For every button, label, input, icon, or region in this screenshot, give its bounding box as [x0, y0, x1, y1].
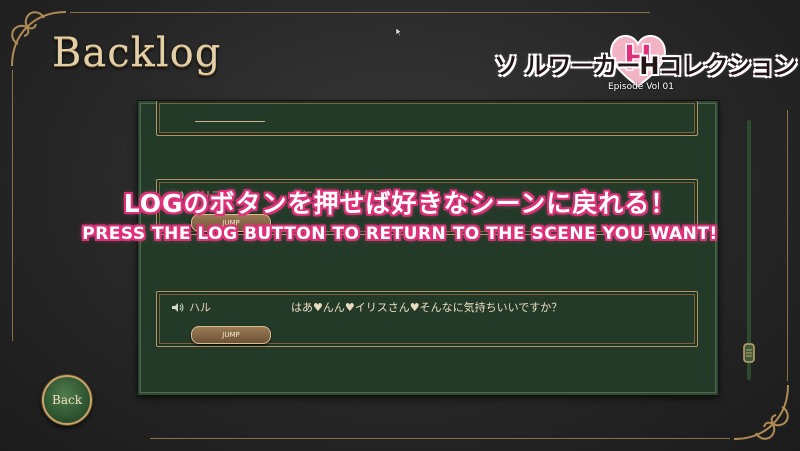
- frame-line-right: [787, 110, 788, 381]
- game-logo: H ソ ルワーカーHコレクション Episode Vol 01: [490, 28, 797, 98]
- promo-caption: LOGのボタンを押せば好きなシーンに戻れる！ PRESS THE LOG BUT…: [0, 184, 800, 244]
- frame-ornament-bottom-right: [726, 377, 796, 447]
- back-button[interactable]: Back: [42, 375, 92, 425]
- frame-line-top: [70, 12, 650, 13]
- speaker-icon[interactable]: [171, 302, 184, 313]
- mouse-cursor-icon: [396, 28, 402, 36]
- dialogue-text: はあ♥んん♥イリスさん♥そんなに気持ちいいですか？: [291, 301, 563, 314]
- jump-button[interactable]: JUMP: [191, 326, 271, 344]
- log-entry: [156, 101, 698, 136]
- ornate-thumb-icon[interactable]: [742, 342, 756, 364]
- page-title: Backlog: [52, 30, 222, 76]
- caption-japanese: LOGのボタンを押せば好きなシーンに戻れる！: [123, 189, 677, 218]
- backlog-scrollbar[interactable]: [742, 120, 756, 380]
- scroll-track[interactable]: [747, 120, 751, 380]
- frame-line-bottom: [150, 438, 730, 439]
- entry-divider: [195, 121, 265, 122]
- logo-title: ソ ルワーカーHコレクション: [494, 52, 797, 80]
- speaker-name: ハル: [189, 301, 211, 314]
- backlog-panel: イリス 中に いっぱい 精液 JUMP ハル はあ♥んん♥イリスさん♥そんなに気…: [138, 101, 718, 395]
- caption-english: PRESS THE LOG BUTTON TO RETURN TO THE SC…: [82, 224, 718, 244]
- logo-subtitle: Episode Vol 01: [608, 82, 674, 92]
- log-entry[interactable]: ハル はあ♥んん♥イリスさん♥そんなに気持ちいいですか？ JUMP: [156, 291, 698, 347]
